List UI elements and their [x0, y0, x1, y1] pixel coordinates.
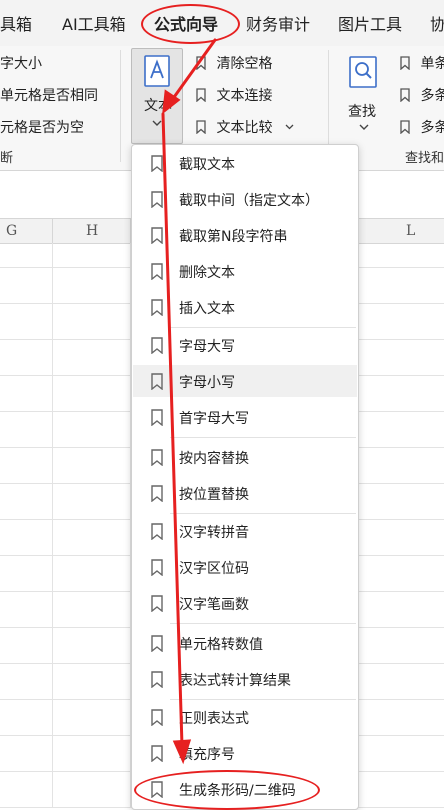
ribbon-group-lookup: 查找和 [405, 151, 444, 166]
menu-item-label: 汉字区位码 [179, 561, 249, 577]
bookmark-icon [151, 671, 163, 688]
menu-item-label: 正则表达式 [179, 711, 249, 727]
ribbon-item-clear-spaces[interactable]: 清除空格 [196, 53, 272, 73]
menu-item-generate-barcode-qrcode[interactable]: 生成条形码/二维码 [133, 773, 357, 805]
ribbon-item-multi-lookup-2[interactable]: 多条 [400, 117, 444, 137]
menu-item-delete-text[interactable]: 删除文本 [133, 255, 357, 287]
menu-separator [170, 623, 356, 624]
menu-item-label: 截取中间（指定文本） [179, 193, 319, 209]
menu-item-label: 填充序号 [179, 747, 235, 763]
bookmark-icon [151, 155, 163, 172]
bookmark-icon [400, 88, 410, 102]
ribbon-item-single-lookup[interactable]: 单条 [400, 53, 444, 73]
menu-separator [170, 327, 356, 328]
ribbon-separator [120, 50, 121, 162]
bookmark-icon [151, 449, 163, 466]
bookmark-icon [151, 635, 163, 652]
ribbon-item-text-compare[interactable]: 文本比较 [196, 117, 294, 137]
menu-item-label: 汉字笔画数 [179, 597, 249, 613]
tab-finance-audit[interactable]: 财务审计 [246, 11, 310, 35]
menu-separator [170, 437, 356, 438]
tab-formula-wizard[interactable]: 公式向导 [154, 11, 218, 35]
chevron-down-icon [359, 124, 369, 130]
bookmark-icon [151, 191, 163, 208]
menu-item-label: 按内容替换 [179, 451, 249, 467]
menu-item-lowercase[interactable]: 字母小写 [133, 365, 357, 397]
text-dropdown-button[interactable]: 文本 [131, 48, 183, 144]
search-dropdown-button[interactable]: 查找 [344, 54, 384, 134]
bookmark-icon [151, 595, 163, 612]
bookmark-icon [151, 227, 163, 244]
menu-item-label: 首字母大写 [179, 411, 249, 427]
menu-item-cell-to-number[interactable]: 单元格转数值 [133, 627, 357, 659]
menu-item-label: 生成条形码/二维码 [179, 783, 296, 799]
chevron-down-icon [152, 120, 162, 126]
menu-item-replace-by-position[interactable]: 按位置替换 [133, 477, 357, 509]
bookmark-icon [400, 56, 410, 70]
tab-image-tools[interactable]: 图片工具 [338, 11, 402, 35]
bookmark-icon [151, 337, 163, 354]
menu-item-label: 截取文本 [179, 157, 235, 173]
text-doc-icon [144, 55, 170, 87]
bookmark-icon [151, 523, 163, 540]
menu-separator [170, 513, 356, 514]
menu-item-label: 截取第N段字符串 [179, 229, 288, 245]
menu-item-label: 插入文本 [179, 301, 235, 317]
bookmark-icon [151, 409, 163, 426]
menu-item-label: 表达式转计算结果 [179, 673, 291, 689]
menu-item-to-pinyin[interactable]: 汉字转拼音 [133, 515, 357, 547]
menu-separator [170, 699, 356, 700]
chevron-down-icon [285, 124, 294, 130]
column-divider [52, 219, 53, 243]
menu-item-stroke-count[interactable]: 汉字笔画数 [133, 587, 357, 619]
menu-item-label: 删除文本 [179, 265, 235, 281]
bookmark-icon [196, 56, 206, 70]
search-button-label: 查找 [348, 104, 376, 120]
menu-item-replace-by-content[interactable]: 按内容替换 [133, 441, 357, 473]
ribbon-item-text-join[interactable]: 文本连接 [196, 85, 272, 105]
bookmark-icon [196, 88, 206, 102]
menu-item-extract-middle[interactable]: 截取中间（指定文本） [133, 183, 357, 215]
ribbon-item-cell-empty[interactable]: 元格是否为空 [0, 117, 84, 137]
bookmark-icon [151, 745, 163, 762]
column-header-l[interactable]: L [406, 223, 415, 239]
bookmark-icon [151, 299, 163, 316]
ribbon-item-multi-lookup[interactable]: 多条 [400, 85, 444, 105]
text-button-label: 文本 [144, 98, 172, 114]
column-header-g[interactable]: G [6, 223, 17, 239]
bookmark-icon [151, 709, 163, 726]
bookmark-icon [151, 485, 163, 502]
ribbon-group-judge: 断 [0, 151, 14, 166]
menu-item-label: 字母小写 [179, 375, 235, 391]
bookmark-icon [151, 263, 163, 280]
bookmark-icon [151, 781, 163, 798]
menu-item-fill-sequence[interactable]: 填充序号 [133, 737, 357, 769]
menu-item-eval-expression[interactable]: 表达式转计算结果 [133, 663, 357, 695]
menu-item-regex[interactable]: 正则表达式 [133, 701, 357, 733]
bookmark-icon [151, 559, 163, 576]
menu-item-capitalize[interactable]: 首字母大写 [133, 401, 357, 433]
menu-item-extract-nth-segment[interactable]: 截取第N段字符串 [133, 219, 357, 251]
menu-item-insert-text[interactable]: 插入文本 [133, 291, 357, 323]
menu-item-area-code[interactable]: 汉字区位码 [133, 551, 357, 583]
tab-collab[interactable]: 协 [430, 11, 444, 35]
menu-item-extract-text[interactable]: 截取文本 [133, 147, 357, 179]
tab-ai-toolbox[interactable]: AI工具箱 [62, 11, 126, 35]
ribbon-tab-bar: 具箱 AI工具箱 公式向导 财务审计 图片工具 协 [0, 0, 444, 47]
menu-item-label: 字母大写 [179, 339, 235, 355]
menu-item-label: 单元格转数值 [179, 637, 263, 653]
bookmark-icon [400, 120, 410, 134]
menu-item-label: 按位置替换 [179, 487, 249, 503]
ribbon-item-cells-same[interactable]: 单元格是否相同 [0, 85, 98, 105]
bookmark-icon [151, 373, 163, 390]
menu-item-uppercase[interactable]: 字母大写 [133, 329, 357, 361]
text-functions-menu: 截取文本 截取中间（指定文本） 截取第N段字符串 删除文本 插入文本 字母大写 … [131, 144, 359, 810]
tab-toolbox[interactable]: 具箱 [0, 11, 32, 35]
bookmark-icon [196, 120, 206, 134]
menu-item-label: 汉字转拼音 [179, 525, 249, 541]
ribbon-item-char-size[interactable]: 字大小 [0, 53, 42, 73]
search-doc-icon [349, 56, 377, 88]
column-header-h[interactable]: H [86, 223, 98, 239]
